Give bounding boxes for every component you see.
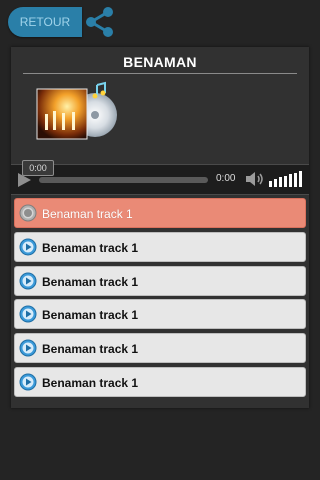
play-circle-icon bbox=[19, 305, 37, 323]
volume-slider[interactable] bbox=[269, 171, 303, 187]
top-bar: RETOUR bbox=[0, 0, 320, 46]
track-item[interactable]: Benaman track 1 bbox=[14, 265, 306, 296]
share-icon[interactable] bbox=[82, 5, 116, 39]
play-circle-icon bbox=[19, 339, 37, 357]
album-cover-image bbox=[36, 81, 117, 140]
track-item[interactable]: Benaman track 1 bbox=[14, 333, 306, 364]
track-label: Benaman track 1 bbox=[42, 308, 139, 323]
track-list: Benaman track 1 Benaman track 1 Benaman … bbox=[14, 198, 306, 401]
back-button[interactable]: RETOUR bbox=[8, 7, 82, 37]
seek-bar[interactable] bbox=[39, 177, 208, 183]
elapsed-time: 0:00 bbox=[216, 173, 236, 184]
time-tooltip: 0:00 bbox=[22, 160, 54, 176]
volume-icon[interactable] bbox=[245, 171, 265, 187]
play-circle-icon bbox=[19, 373, 37, 391]
track-label: Benaman track 1 bbox=[42, 240, 139, 255]
audio-player: 0:00 bbox=[11, 164, 309, 195]
title-divider bbox=[23, 73, 297, 74]
play-circle-icon bbox=[19, 272, 37, 290]
track-label: Benaman track 1 bbox=[42, 375, 139, 390]
play-circle-icon bbox=[19, 238, 37, 256]
track-label: Benaman track 1 bbox=[42, 274, 139, 289]
album-title: BENAMAN bbox=[123, 54, 197, 70]
track-label: Benaman track 1 bbox=[42, 207, 133, 221]
track-item[interactable]: Benaman track 1 bbox=[14, 366, 306, 397]
album-panel: BENAMAN 0:00 0:00 Benaman track 1 Benama… bbox=[11, 47, 309, 408]
play-circle-icon bbox=[19, 204, 37, 222]
track-item[interactable]: Benaman track 1 bbox=[14, 299, 306, 330]
track-item[interactable]: Benaman track 1 bbox=[14, 231, 306, 262]
track-item[interactable]: Benaman track 1 bbox=[14, 198, 306, 228]
track-label: Benaman track 1 bbox=[42, 342, 139, 357]
